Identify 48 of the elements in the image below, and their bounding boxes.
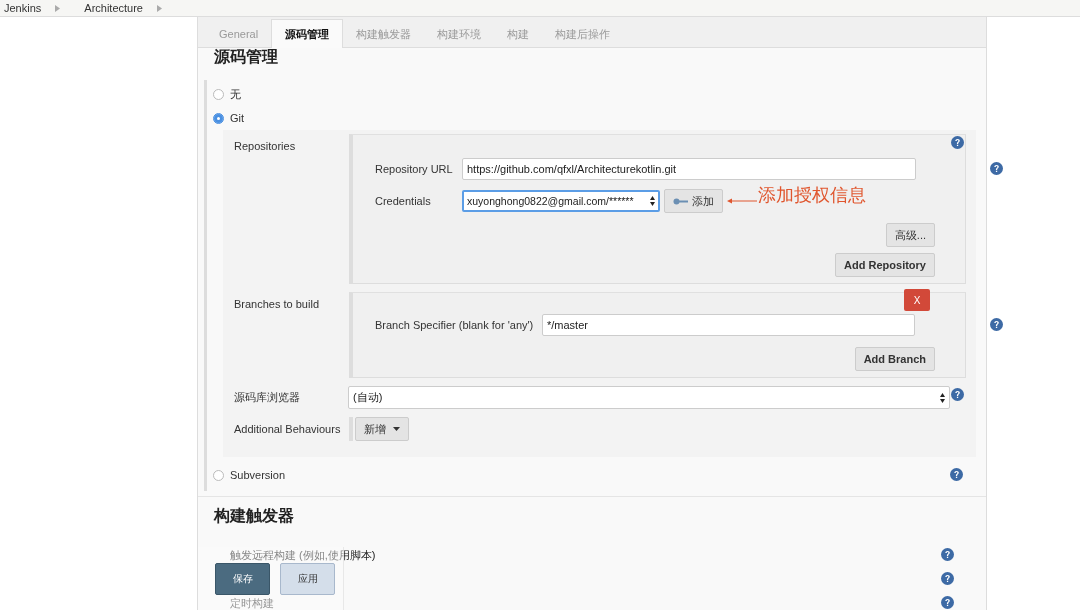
checkbox-label: 触发远程构建 (例如,使用脚本): [229, 547, 376, 563]
breadcrumb-link[interactable]: Architecture: [80, 2, 157, 14]
help-icon[interactable]: [941, 548, 954, 561]
field-label: Branch Specifier (blank for 'any'): [375, 319, 535, 331]
field-label: Repositories: [234, 140, 296, 152]
advanced-button[interactable]: 高级...: [885, 223, 935, 247]
credentials-dropdown[interactable]: xuyonghong0822@gmail.com/******: [462, 190, 660, 212]
help-icon[interactable]: [950, 468, 963, 481]
field-label: Credentials: [375, 195, 432, 207]
field-label: Branches to build: [234, 298, 319, 310]
section-heading: 源码管理: [213, 48, 279, 67]
help-icon[interactable]: [941, 572, 954, 585]
field-label: Additional Behaviours: [234, 423, 341, 435]
chevron-icon: [157, 4, 162, 12]
help-icon[interactable]: [951, 388, 964, 401]
add-credentials-button[interactable]: 添加: [664, 189, 723, 213]
help-icon[interactable]: [951, 136, 964, 149]
key-icon: [673, 197, 689, 205]
help-icon[interactable]: [990, 318, 1003, 331]
apply-button[interactable]: 应用: [280, 562, 335, 595]
field-label: Repository URL: [375, 163, 454, 175]
radio-label: Git: [230, 112, 245, 124]
checkbox-label: 定时构建: [229, 595, 274, 610]
delete-button[interactable]: X: [904, 289, 930, 311]
branch-specifier-field[interactable]: */master: [542, 314, 915, 336]
annotation-text: 添加授权信息: [758, 184, 866, 207]
dropdown-arrows-icon: [650, 196, 655, 206]
chevron-icon: [55, 4, 61, 12]
annotation-arrow: [727, 198, 757, 204]
add-branch-button[interactable]: Add Branch: [854, 347, 935, 371]
caret-icon: [393, 427, 400, 431]
add-repository-button[interactable]: Add Repository: [835, 253, 935, 277]
field-label: 源码库浏览器: [234, 391, 300, 403]
save-button[interactable]: 保存: [215, 562, 270, 595]
radio-button[interactable]: [213, 112, 224, 124]
section-heading: 构建触发器: [198, 496, 986, 539]
repository-browser-dropdown[interactable]: (自动): [348, 386, 950, 409]
radio-button[interactable]: [213, 469, 224, 481]
radio-button[interactable]: [213, 88, 224, 100]
tab[interactable]: 源码管理: [271, 19, 344, 48]
radio-label: Subversion: [230, 469, 286, 481]
breadcrumb-link[interactable]: Jenkins: [0, 2, 56, 14]
help-icon[interactable]: [941, 596, 954, 609]
repository-url-field[interactable]: https://github.com/qfxl/Architecturekotlin.git: [462, 158, 916, 180]
radio-label: 无: [230, 86, 241, 102]
add-behaviour-button[interactable]: 新增: [355, 417, 409, 441]
help-icon[interactable]: [990, 162, 1003, 175]
dropdown-arrows-icon: [940, 392, 945, 403]
